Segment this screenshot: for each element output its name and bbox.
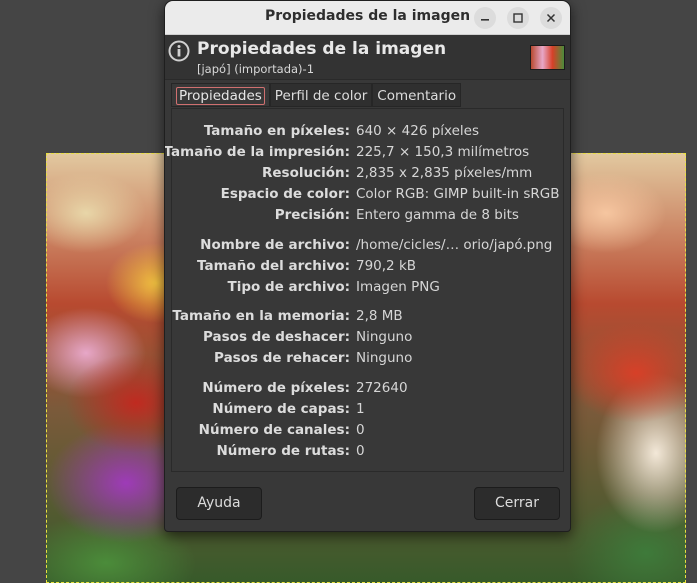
property-row: Precisión: Entero gamma de 8 bits bbox=[172, 207, 563, 227]
property-label: Tamaño de la impresión: bbox=[164, 144, 350, 160]
property-value: 1 bbox=[356, 401, 365, 417]
property-value: 225,7 × 150,3 milímetros bbox=[356, 144, 530, 160]
close-button[interactable]: Cerrar bbox=[474, 487, 560, 520]
property-value: 2,8 MB bbox=[356, 308, 403, 324]
property-row: Tamaño de la impresión: 225,7 × 150,3 mi… bbox=[165, 144, 563, 164]
property-label: Tamaño del archivo: bbox=[197, 258, 350, 274]
property-row: Resolución: 2,835 x 2,835 píxeles/mm bbox=[172, 165, 563, 185]
property-value: Ninguno bbox=[356, 350, 413, 366]
property-row: Número de capas: 1 bbox=[172, 401, 563, 421]
maximize-icon bbox=[513, 13, 523, 23]
property-row: Tamaño en píxeles: 640 × 426 píxeles bbox=[172, 123, 563, 143]
property-value: Entero gamma de 8 bits bbox=[356, 207, 519, 223]
tab-propiedades[interactable]: Propiedades bbox=[171, 83, 270, 107]
image-name: [japó] (importada)-1 bbox=[197, 62, 315, 76]
property-value: /home/cicles/… orio/japó.png bbox=[356, 237, 553, 253]
maximize-button[interactable] bbox=[507, 7, 529, 29]
tab-label: Propiedades bbox=[176, 87, 265, 105]
property-label: Espacio de color: bbox=[220, 186, 350, 202]
close-icon bbox=[546, 13, 556, 23]
property-row: Número de píxeles: 272640 bbox=[172, 380, 563, 400]
tab-perfil-de-color[interactable]: Perfil de color bbox=[269, 83, 373, 107]
property-row: Nombre de archivo: /home/cicles/… orio/j… bbox=[172, 237, 563, 257]
header-title: Propiedades de la imagen bbox=[197, 39, 447, 59]
dialog-header: Propiedades de la imagen [japó] (importa… bbox=[165, 35, 570, 80]
property-value: 0 bbox=[356, 422, 365, 438]
property-row: Tamaño del archivo: 790,2 kB bbox=[172, 258, 563, 278]
minimize-icon bbox=[481, 19, 489, 21]
titlebar[interactable]: Propiedades de la imagen bbox=[165, 1, 570, 35]
property-label: Pasos de deshacer: bbox=[203, 329, 350, 345]
tab-comentario[interactable]: Comentario bbox=[372, 83, 462, 107]
image-thumbnail bbox=[530, 45, 565, 70]
property-row: Tamaño en la memoria: 2,8 MB bbox=[172, 308, 563, 328]
property-label: Número de capas: bbox=[212, 401, 350, 417]
property-value: Color RGB: GIMP built-in sRGB bbox=[356, 186, 560, 202]
property-value: 0 bbox=[356, 443, 365, 459]
image-properties-dialog: Propiedades de la imagen Propiedades de … bbox=[164, 0, 571, 532]
close-window-button[interactable] bbox=[540, 7, 562, 29]
property-label: Resolución: bbox=[261, 165, 350, 181]
info-icon bbox=[168, 40, 190, 62]
property-label: Número de rutas: bbox=[216, 443, 350, 459]
property-value: Ninguno bbox=[356, 329, 413, 345]
property-row: Tipo de archivo: Imagen PNG bbox=[172, 279, 563, 299]
property-label: Pasos de rehacer: bbox=[214, 350, 350, 366]
property-row: Espacio de color: Color RGB: GIMP built-… bbox=[172, 186, 563, 206]
properties-panel: Tamaño en píxeles: 640 × 426 píxeles Tam… bbox=[165, 108, 564, 472]
property-label: Tamaño en la memoria: bbox=[172, 308, 350, 324]
help-button[interactable]: Ayuda bbox=[176, 487, 262, 520]
tab-label: Comentario bbox=[377, 88, 457, 104]
minimize-button[interactable] bbox=[474, 7, 496, 29]
property-row: Pasos de rehacer: Ninguno bbox=[172, 350, 563, 370]
property-value: 272640 bbox=[356, 380, 408, 396]
tab-label: Perfil de color bbox=[274, 88, 368, 104]
property-value: 2,835 x 2,835 píxeles/mm bbox=[356, 165, 533, 181]
property-value: Imagen PNG bbox=[356, 279, 440, 295]
property-label: Nombre de archivo: bbox=[200, 237, 350, 253]
property-row: Número de canales: 0 bbox=[172, 422, 563, 442]
property-row: Pasos de deshacer: Ninguno bbox=[172, 329, 563, 349]
property-row: Número de rutas: 0 bbox=[172, 443, 563, 463]
tab-bar: Propiedades Perfil de color Comentario bbox=[171, 83, 462, 108]
property-label: Número de píxeles: bbox=[202, 380, 350, 396]
property-value: 790,2 kB bbox=[356, 258, 417, 274]
property-label: Tamaño en píxeles: bbox=[203, 123, 350, 139]
property-label: Número de canales: bbox=[198, 422, 350, 438]
property-value: 640 × 426 píxeles bbox=[356, 123, 480, 139]
property-label: Precisión: bbox=[274, 207, 350, 223]
property-label: Tipo de archivo: bbox=[227, 279, 350, 295]
